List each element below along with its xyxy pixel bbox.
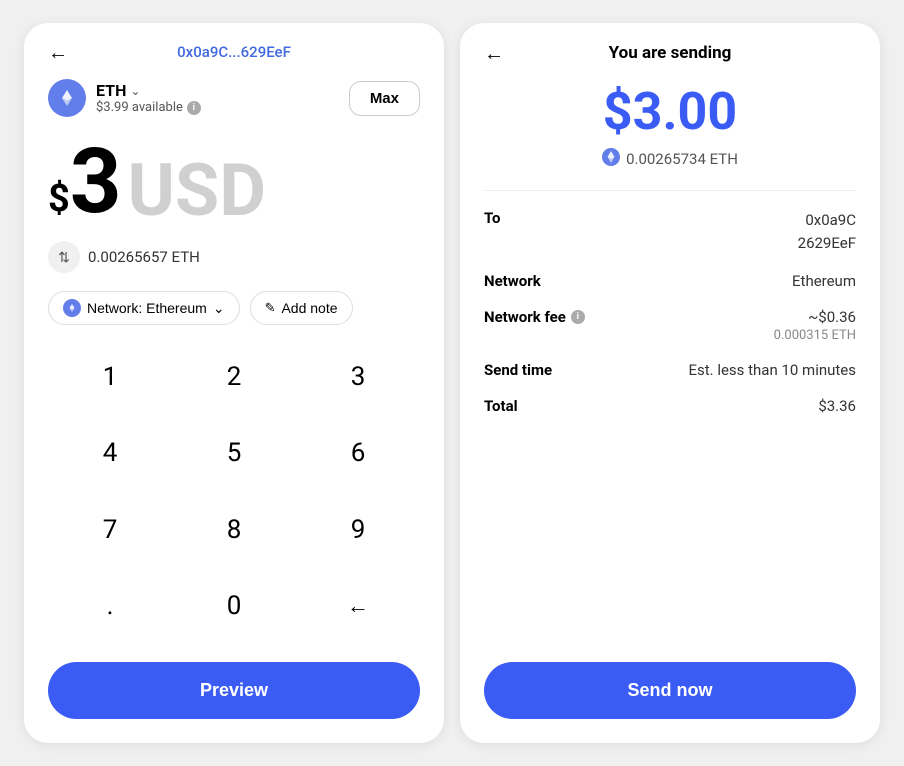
pencil-icon: ✎ bbox=[265, 300, 276, 316]
network-selector[interactable]: Network: Ethereum ⌄ bbox=[48, 291, 240, 325]
send-time-row: Send time Est. less than 10 minutes bbox=[484, 361, 856, 379]
sending-eth-row: 0.00265734 ETH bbox=[484, 148, 856, 170]
swap-currency-button[interactable]: ⇅ bbox=[48, 241, 80, 273]
numpad-key-2[interactable]: 2 bbox=[172, 345, 296, 409]
numpad-key-1[interactable]: 1 bbox=[48, 345, 172, 409]
panel1-header: ← 0x0a9C...629EeF bbox=[48, 43, 420, 61]
token-name-row[interactable]: ETH ⌄ bbox=[96, 81, 201, 100]
fee-row: Network fee i ~$0.36 0.000315 ETH bbox=[484, 308, 856, 343]
eth-amount-text: 0.00265657 ETH bbox=[88, 248, 200, 266]
divider bbox=[484, 190, 856, 191]
send-amount-panel: ← 0x0a9C...629EeF ETH ⌄ $3.99 av bbox=[24, 23, 444, 743]
amount-display: $ 3 USD bbox=[48, 137, 420, 227]
to-label: To bbox=[484, 209, 501, 227]
confirm-send-panel: ← You are sending $3.00 0.00265734 ETH T… bbox=[460, 23, 880, 743]
network-label-p2: Network bbox=[484, 272, 541, 290]
numpad-key-9[interactable]: 9 bbox=[296, 498, 420, 562]
address-display[interactable]: 0x0a9C...629EeF bbox=[177, 43, 291, 61]
sending-eth-amount: 0.00265734 ETH bbox=[626, 150, 738, 168]
send-time-value: Est. less than 10 minutes bbox=[688, 361, 856, 379]
token-balance: $3.99 available i bbox=[96, 100, 201, 115]
numpad-key-0[interactable]: 0 bbox=[172, 574, 296, 638]
send-time-label: Send time bbox=[484, 361, 552, 379]
fee-label: Network fee bbox=[484, 308, 566, 326]
token-name: ETH bbox=[96, 81, 126, 100]
numpad-key-backspace[interactable]: ← bbox=[296, 574, 420, 638]
sending-amount: $3.00 bbox=[484, 83, 856, 140]
backspace-icon: ← bbox=[347, 593, 369, 619]
network-row: Network Ethereum bbox=[484, 272, 856, 290]
numpad: 1 2 3 4 5 6 7 8 9 . 0 ← bbox=[48, 345, 420, 650]
network-eth-icon bbox=[63, 299, 81, 317]
numpad-key-4[interactable]: 4 bbox=[48, 421, 172, 485]
add-note-button[interactable]: ✎ Add note bbox=[250, 291, 353, 325]
panel2-title: You are sending bbox=[609, 43, 732, 63]
numpad-key-7[interactable]: 7 bbox=[48, 498, 172, 562]
back-button-panel2[interactable]: ← bbox=[484, 41, 504, 66]
fee-usd: ~$0.36 bbox=[774, 308, 856, 326]
eth-equivalent-row: ⇅ 0.00265657 ETH bbox=[48, 241, 420, 273]
fee-eth: 0.000315 ETH bbox=[774, 328, 856, 343]
balance-info-icon[interactable]: i bbox=[187, 101, 201, 115]
amount-currency: USD bbox=[127, 155, 266, 227]
total-row: Total $3.36 bbox=[484, 397, 856, 415]
numpad-key-6[interactable]: 6 bbox=[296, 421, 420, 485]
panel2-header: ← You are sending bbox=[484, 43, 856, 63]
to-row: To 0x0a9C 2629EeF bbox=[484, 209, 856, 254]
numpad-key-8[interactable]: 8 bbox=[172, 498, 296, 562]
token-chevron-icon: ⌄ bbox=[130, 84, 140, 98]
network-value: Ethereum bbox=[792, 272, 856, 290]
network-chevron-icon: ⌄ bbox=[213, 300, 225, 317]
token-info: ETH ⌄ $3.99 available i bbox=[48, 79, 201, 117]
fee-label-row: Network fee i bbox=[484, 308, 585, 326]
token-row: ETH ⌄ $3.99 available i Max bbox=[48, 79, 420, 117]
dollar-sign: $ bbox=[48, 177, 70, 221]
send-now-button[interactable]: Send now bbox=[484, 662, 856, 719]
max-button[interactable]: Max bbox=[349, 81, 420, 116]
total-label: Total bbox=[484, 397, 518, 415]
amount-number: 3 bbox=[70, 137, 122, 227]
fee-info-icon[interactable]: i bbox=[571, 310, 585, 324]
controls-row: Network: Ethereum ⌄ ✎ Add note bbox=[48, 291, 420, 325]
back-button-panel1[interactable]: ← bbox=[48, 40, 68, 65]
numpad-key-3[interactable]: 3 bbox=[296, 345, 420, 409]
add-note-label: Add note bbox=[281, 300, 337, 316]
to-address: 0x0a9C 2629EeF bbox=[798, 209, 856, 254]
network-label: Network: Ethereum bbox=[87, 300, 207, 316]
sending-usd-amount: $3.00 bbox=[484, 83, 856, 140]
preview-button[interactable]: Preview bbox=[48, 662, 420, 719]
numpad-key-dot[interactable]: . bbox=[48, 574, 172, 638]
eth-token-icon bbox=[48, 79, 86, 117]
numpad-key-5[interactable]: 5 bbox=[172, 421, 296, 485]
sending-eth-icon bbox=[602, 148, 620, 170]
total-value: $3.36 bbox=[818, 397, 856, 415]
